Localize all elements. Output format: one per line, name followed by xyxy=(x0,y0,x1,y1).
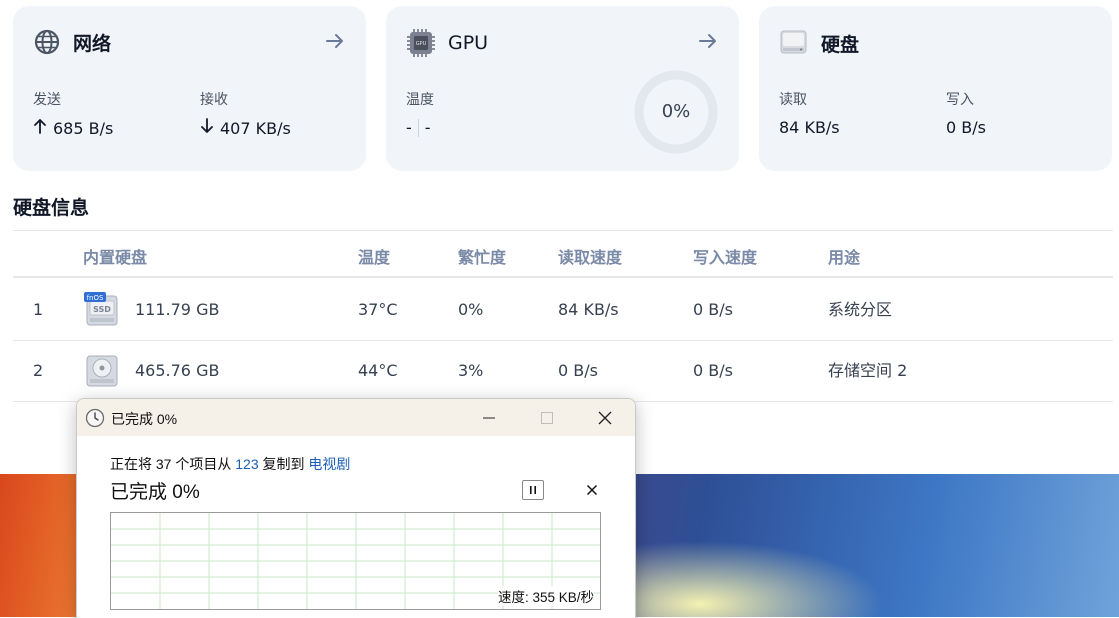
send-value-row: 685 B/s xyxy=(33,118,113,138)
table-header-divider xyxy=(13,276,1113,278)
row-index: 2 xyxy=(33,361,44,380)
drive-busy: 3% xyxy=(458,361,484,380)
destination-folder-link[interactable]: 电视剧 xyxy=(308,456,350,472)
gpu-card-header: GPU GPU xyxy=(406,28,488,58)
gpu-chip-icon: GPU xyxy=(406,28,436,58)
gpu-temp-metric: 温度 - - xyxy=(406,89,434,137)
network-open-arrow-icon[interactable] xyxy=(324,30,346,52)
dialog-title: 已完成 0% xyxy=(111,411,178,427)
drive-temp: 37°C xyxy=(358,300,398,319)
disk-write-value: 0 B/s xyxy=(946,118,986,137)
network-card: 网络 发送 685 B/s 接收 407 KB/s xyxy=(13,6,366,171)
drive-usage: 存储空间 2 xyxy=(828,361,908,380)
disk-info-title: 硬盘信息 xyxy=(13,197,90,219)
cancel-copy-button[interactable] xyxy=(581,479,603,501)
maximize-button xyxy=(524,399,570,436)
drive-read-speed: 84 KB/s xyxy=(558,300,619,319)
dialog-titlebar[interactable]: 已完成 0% xyxy=(77,399,635,436)
col-header-drive[interactable]: 内置硬盘 xyxy=(83,244,147,268)
send-value: 685 B/s xyxy=(53,118,114,138)
divider xyxy=(13,230,1113,231)
col-header-usage[interactable]: 用途 xyxy=(828,244,860,268)
gpu-temp-value-2: - xyxy=(424,118,431,137)
fnos-badge: fnOS xyxy=(87,294,104,302)
recv-value: 407 KB/s xyxy=(220,118,291,138)
hard-drive-icon xyxy=(779,28,809,58)
ssd-drive-icon: SSD fnOS xyxy=(84,292,118,328)
network-card-title: 网络 xyxy=(73,32,112,55)
copy-status-line: 正在将 37 个项目从 123 复制到 电视剧 xyxy=(110,454,350,474)
disk-card-header: 硬盘 xyxy=(779,28,859,58)
copy-status-mid: 复制到 xyxy=(258,456,309,472)
disk-card-title: 硬盘 xyxy=(821,33,860,56)
drive-size: 465.76 GB xyxy=(135,361,220,380)
disk-write-label: 写入 xyxy=(946,92,974,108)
send-label: 发送 xyxy=(33,92,61,108)
col-header-busy[interactable]: 繁忙度 xyxy=(458,244,506,268)
col-header-write[interactable]: 写入速度 xyxy=(693,244,757,268)
disk-read-label: 读取 xyxy=(779,92,807,108)
table-row[interactable]: 1 SSD fnOS 111.79 GB 37°C 0% 84 KB/s 0 B… xyxy=(13,279,1113,341)
source-folder-link[interactable]: 123 xyxy=(235,456,258,472)
disk-read-value: 84 KB/s xyxy=(779,118,840,137)
recv-label: 接收 xyxy=(200,92,228,108)
table-row[interactable]: 2 465.76 GB 44°C 3% 0 B/s 0 B/s 存储空间 2 xyxy=(13,340,1113,402)
disk-write-metric: 写入 0 B/s xyxy=(946,89,986,137)
disk-card: 硬盘 读取 84 KB/s 写入 0 B/s xyxy=(759,6,1112,171)
gpu-usage-ring: 0% xyxy=(634,70,718,154)
hdd-drive-icon xyxy=(84,353,118,389)
progress-percent-text: 已完成 0% xyxy=(110,482,200,503)
drive-read-speed: 0 B/s xyxy=(558,361,598,380)
clock-icon xyxy=(85,408,105,428)
arrow-up-icon xyxy=(33,118,47,138)
drive-busy: 0% xyxy=(458,300,484,319)
gpu-open-arrow-icon[interactable] xyxy=(697,30,719,52)
pause-button[interactable] xyxy=(522,480,544,500)
col-header-temp[interactable]: 温度 xyxy=(358,244,390,268)
network-send-metric: 发送 685 B/s xyxy=(33,89,113,138)
gpu-usage-percent: 0% xyxy=(661,101,691,122)
recv-value-row: 407 KB/s xyxy=(200,118,291,138)
svg-text:GPU: GPU xyxy=(416,41,427,47)
network-recv-metric: 接收 407 KB/s xyxy=(200,89,291,138)
transfer-speed-graph: 速度: 355 KB/秒 xyxy=(110,512,601,610)
disk-read-metric: 读取 84 KB/s xyxy=(779,89,840,137)
col-header-read[interactable]: 读取速度 xyxy=(558,244,622,268)
network-card-header: 网络 xyxy=(33,28,111,56)
copy-status-prefix: 正在将 37 个项目从 xyxy=(110,456,236,472)
gpu-card-title: GPU xyxy=(448,32,489,54)
drive-write-speed: 0 B/s xyxy=(693,361,733,380)
drive-usage: 系统分区 xyxy=(828,300,893,319)
drive-size: 111.79 GB xyxy=(135,300,220,319)
gpu-temp-label: 温度 xyxy=(406,92,434,108)
close-button[interactable] xyxy=(582,399,628,436)
gpu-temp-value: - xyxy=(406,118,412,137)
arrow-down-icon xyxy=(200,118,214,138)
minimize-button[interactable] xyxy=(466,399,512,436)
row-index: 1 xyxy=(33,300,44,319)
globe-icon xyxy=(33,28,61,56)
gpu-temp-value-row: - - xyxy=(406,118,434,137)
copy-progress-dialog[interactable]: 已完成 0% 正在将 37 个项目从 123 复制到 电视剧 已完成 0% 速度… xyxy=(76,398,636,618)
transfer-speed-text: 速度: 355 KB/秒 xyxy=(497,586,594,606)
drive-write-speed: 0 B/s xyxy=(693,300,733,319)
ssd-drive-label: SSD xyxy=(93,305,111,314)
gpu-card: GPU GPU 温度 - - 0% xyxy=(386,6,739,171)
drive-temp: 44°C xyxy=(358,361,398,380)
gpu-temp-separator xyxy=(417,118,419,137)
